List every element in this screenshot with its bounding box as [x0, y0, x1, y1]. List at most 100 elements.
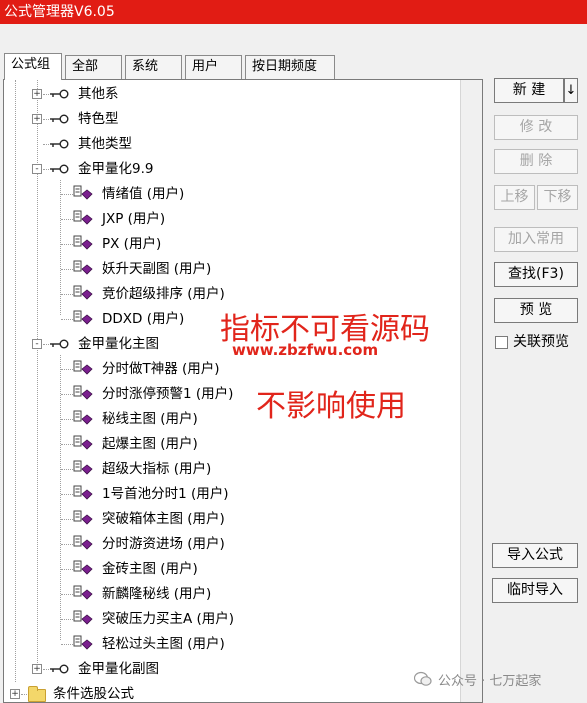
expand-icon[interactable]: + [32, 114, 42, 124]
key-icon [50, 89, 69, 99]
tab-all[interactable]: 全部 [65, 55, 122, 79]
delete-button[interactable]: 删 除 [494, 149, 578, 174]
import-formula-button[interactable]: 导入公式 [492, 543, 578, 568]
tree-group-item[interactable]: 其他类型 [4, 133, 460, 155]
tab-user[interactable]: 用户 [185, 55, 242, 79]
move-down-button[interactable]: 下移 [537, 185, 578, 210]
move-up-button[interactable]: 上移 [494, 185, 535, 210]
new-dropdown-button[interactable]: ↓ [564, 78, 578, 103]
formula-icon [73, 235, 93, 250]
link-preview-checkbox[interactable] [495, 336, 508, 349]
tree-item-label: 条件选股公式 [53, 686, 134, 702]
formula-icon [73, 410, 93, 425]
formula-icon [73, 185, 93, 200]
new-button[interactable]: 新 建 [494, 78, 564, 103]
tree-formula-item[interactable]: 妖升天副图 (用户) [4, 258, 460, 280]
tree-formula-item[interactable]: 分时做T神器 (用户) [4, 358, 460, 380]
tree-item-label: 突破压力买主A (用户) [102, 611, 235, 627]
tab-by-date-frequency[interactable]: 按日期频度 [245, 55, 335, 79]
tree-formula-item[interactable]: 情绪值 (用户) [4, 183, 460, 205]
tree-item-label: 金砖主图 (用户) [102, 561, 198, 577]
formula-icon [73, 385, 93, 400]
tree-item-label: 分时涨停预警1 (用户) [102, 386, 234, 402]
tree-formula-item[interactable]: JXP (用户) [4, 208, 460, 230]
tree-item-label: PX (用户) [102, 236, 162, 252]
formula-icon [73, 460, 93, 475]
wechat-icon [414, 671, 432, 686]
watermark-text: 公众号 · 七万起家 [438, 674, 542, 689]
tree-formula-item[interactable]: 超级大指标 (用户) [4, 458, 460, 480]
tree-item-label: 超级大指标 (用户) [102, 461, 212, 477]
tree-formula-item[interactable]: 新麟隆秘线 (用户) [4, 583, 460, 605]
tree-group-item[interactable]: + 金甲量化副图 [4, 658, 460, 680]
tree-item-label: 秘线主图 (用户) [102, 411, 198, 427]
tree-formula-item[interactable]: 1号首池分时1 (用户) [4, 483, 460, 505]
key-icon [50, 664, 69, 674]
key-icon [50, 114, 69, 124]
formula-icon [73, 610, 93, 625]
tree-item-label: 金甲量化9.9 [78, 161, 154, 177]
formula-icon [73, 210, 93, 225]
tree-group-item[interactable]: + 特色型 [4, 108, 460, 130]
tree-formula-item[interactable]: PX (用户) [4, 233, 460, 255]
formula-icon [73, 260, 93, 275]
tab-system[interactable]: 系统 [125, 55, 182, 79]
tree-item-label: 1号首池分时1 (用户) [102, 486, 229, 502]
key-icon [50, 339, 69, 349]
formula-icon [73, 535, 93, 550]
overlay-usable-text: 不影响使用 [256, 389, 406, 424]
preview-button[interactable]: 预 览 [494, 298, 578, 323]
formula-icon [73, 510, 93, 525]
collapse-icon[interactable]: - [32, 339, 42, 349]
modify-button[interactable]: 修 改 [494, 115, 578, 140]
tree-item-label: 分时做T神器 (用户) [102, 361, 220, 377]
formula-icon [73, 435, 93, 450]
tree-item-label: 竞价超级排序 (用户) [102, 286, 225, 302]
formula-icon [73, 485, 93, 500]
tree-formula-item[interactable]: 轻松过头主图 (用户) [4, 633, 460, 655]
tree-formula-item[interactable]: 竞价超级排序 (用户) [4, 283, 460, 305]
tree-item-label: 起爆主图 (用户) [102, 436, 198, 452]
tree-item-label: 特色型 [78, 111, 119, 127]
tree-formula-item[interactable]: 分时游资进场 (用户) [4, 533, 460, 555]
expand-icon[interactable]: + [32, 664, 42, 674]
link-preview-label: 关联预览 [513, 334, 569, 350]
formula-icon [73, 310, 93, 325]
expand-icon[interactable]: + [10, 689, 20, 699]
formula-icon [73, 585, 93, 600]
formula-icon [73, 560, 93, 575]
window-title: 公式管理器V6.05 [0, 0, 587, 24]
temp-import-button[interactable]: 临时导入 [492, 578, 578, 603]
tree-item-label: 轻松过头主图 (用户) [102, 636, 225, 652]
tree-item-label: 其他系 [78, 86, 119, 102]
tree-formula-item[interactable]: 金砖主图 (用户) [4, 558, 460, 580]
tab-formula-group[interactable]: 公式组 [4, 53, 62, 80]
collapse-icon[interactable]: - [32, 164, 42, 174]
tree-item-label: 其他类型 [78, 136, 132, 152]
formula-icon [73, 360, 93, 375]
tree-scrollbar[interactable] [460, 80, 482, 702]
tree-folder-item[interactable]: + 条件选股公式 [4, 683, 460, 702]
tree-formula-item[interactable]: 突破箱体主图 (用户) [4, 508, 460, 530]
tree-item-label: 妖升天副图 (用户) [102, 261, 212, 277]
formula-tree[interactable]: + 其他系 + 特色型其他类型 - 金甲量化9.9 情绪值 (用户) JXP (用户) PX (… [3, 79, 483, 703]
tree-item-label: JXP (用户) [102, 211, 166, 227]
add-to-common-button[interactable]: 加入常用 [494, 227, 578, 252]
formula-icon [73, 285, 93, 300]
tree-item-label: DDXD (用户) [102, 311, 185, 327]
tree-group-item[interactable]: - 金甲量化9.9 [4, 158, 460, 180]
tree-item-label: 分时游资进场 (用户) [102, 536, 225, 552]
expand-icon[interactable]: + [32, 89, 42, 99]
tree-item-label: 新麟隆秘线 (用户) [102, 586, 212, 602]
tree-formula-item[interactable]: 突破压力买主A (用户) [4, 608, 460, 630]
tree-item-label: 金甲量化主图 [78, 336, 159, 352]
tree-item-label: 情绪值 (用户) [102, 186, 185, 202]
formula-icon [73, 635, 93, 650]
tree-item-label: 突破箱体主图 (用户) [102, 511, 225, 527]
key-icon [50, 164, 69, 174]
tree-formula-item[interactable]: 起爆主图 (用户) [4, 433, 460, 455]
tree-item-label: 金甲量化副图 [78, 661, 159, 677]
tree-group-item[interactable]: + 其他系 [4, 83, 460, 105]
folder-icon [28, 686, 46, 702]
find-button[interactable]: 查找(F3) [494, 262, 578, 287]
